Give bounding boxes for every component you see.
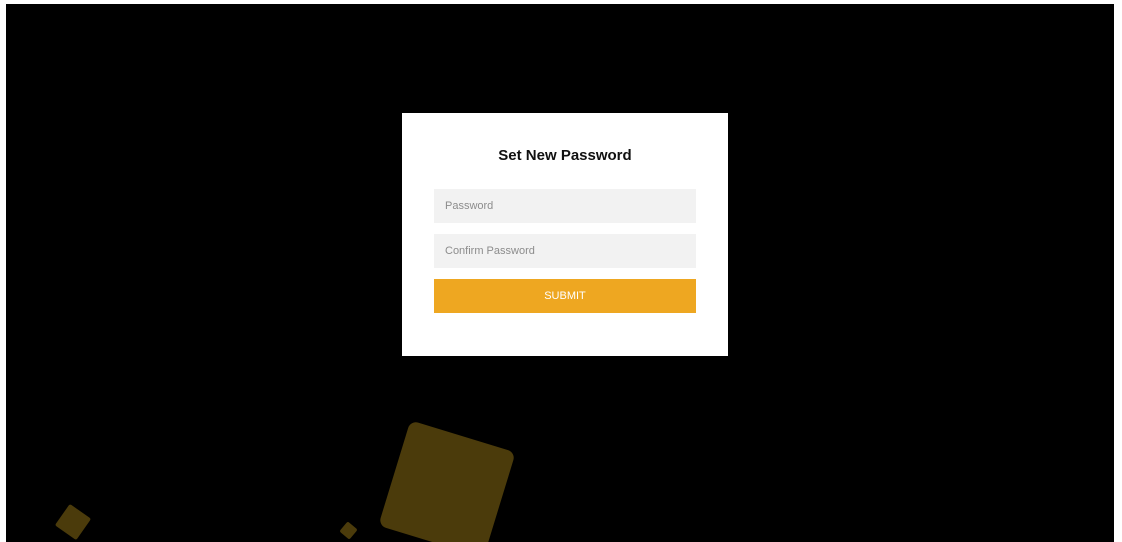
decorative-square-large: [378, 420, 516, 542]
confirm-password-input[interactable]: [434, 234, 696, 268]
decorative-square-tiny: [339, 521, 358, 540]
page-background: Set New Password SUBMIT: [6, 4, 1114, 542]
submit-button[interactable]: SUBMIT: [434, 279, 696, 313]
decorative-square-small: [54, 503, 92, 541]
form-title: Set New Password: [498, 147, 632, 164]
password-input[interactable]: [434, 189, 696, 223]
reset-password-card: Set New Password SUBMIT: [402, 113, 728, 356]
